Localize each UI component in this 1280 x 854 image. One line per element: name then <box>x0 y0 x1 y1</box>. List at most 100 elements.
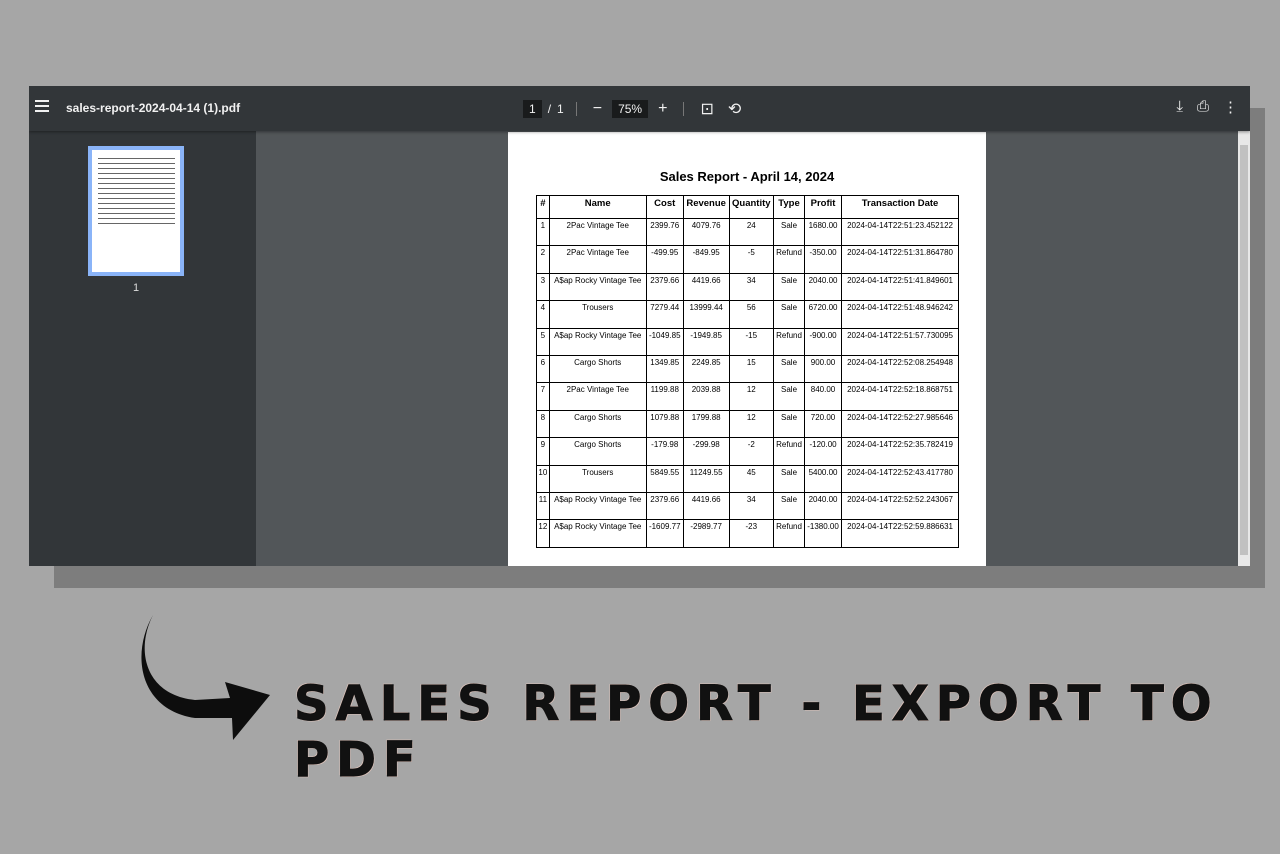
zoom-input[interactable]: 75% <box>612 100 649 118</box>
table-cell: -2989.77 <box>682 519 730 548</box>
table-cell: 2379.66 <box>645 491 684 521</box>
rotate-icon[interactable]: ⟲ <box>724 99 745 119</box>
more-icon[interactable]: ⋮ <box>1223 98 1238 116</box>
table-cell: 1079.88 <box>645 409 684 439</box>
divider <box>683 102 685 116</box>
zoom-out-icon[interactable]: − <box>589 100 606 118</box>
table-cell: 2024-04-14T22:51:57.730095 <box>841 327 959 356</box>
table-cell: Trousers <box>548 464 647 493</box>
scrollbar[interactable] <box>1238 131 1250 566</box>
table-cell: Refund <box>773 437 805 466</box>
table-cell: 2024-04-14T22:52:27.985646 <box>841 409 959 439</box>
table-cell: -1049.85 <box>645 327 684 356</box>
thumbnail-sidebar: 1 <box>29 131 256 566</box>
table-cell: 4079.76 <box>682 217 730 247</box>
page-thumbnail[interactable] <box>88 146 184 276</box>
pdf-viewer: sales-report-2024-04-14 (1).pdf 1 / 1 − … <box>29 86 1250 566</box>
table-cell: 11249.55 <box>682 464 730 493</box>
table-cell: -5 <box>728 245 775 274</box>
table-cell: 13999.44 <box>682 300 730 329</box>
table-row: 5 A$ap Rocky Vintage Tee -1049.85 -1949.85-… <box>536 327 959 356</box>
table-cell: 4419.66 <box>682 491 730 521</box>
table-cell: 1199.88 <box>645 382 684 411</box>
zoom-in-icon[interactable]: + <box>654 100 671 118</box>
table-cell: A$ap Rocky Vintage Tee <box>548 519 647 548</box>
table-cell: 2024-04-14T22:52:59.886631 <box>841 519 959 548</box>
table-cell: 9 <box>536 437 550 466</box>
table-cell: 2Pac Vintage Tee <box>548 382 647 411</box>
table-cell: 2379.66 <box>645 272 684 302</box>
report-title: Sales Report - April 14, 2024 <box>659 169 835 184</box>
table-cell: 56 <box>728 300 775 329</box>
table-cell: Cargo Shorts <box>548 437 647 466</box>
table-cell: -2 <box>728 437 775 466</box>
pdf-page: Sales Report - April 14, 2024 # Name Cost R… <box>508 132 986 566</box>
table-cell: 8 <box>536 409 550 439</box>
column-header: Cost <box>645 195 684 219</box>
table-cell: Trousers <box>548 300 647 329</box>
table-cell: 11 <box>536 491 550 521</box>
table-cell: 6720.00 <box>803 300 843 329</box>
column-header: Type <box>773 195 805 219</box>
fit-page-icon[interactable]: ⊡ <box>696 99 717 119</box>
table-cell: -179.98 <box>645 437 684 466</box>
thumbnail-label: 1 <box>132 282 140 294</box>
table-cell: 1 <box>536 217 550 247</box>
table-cell: 2039.88 <box>682 382 730 411</box>
table-row: 6 Cargo Shorts 1349.85 2249.85 15 Sale 900.00 2… <box>536 354 959 384</box>
table-cell: A$ap Rocky Vintage Tee <box>548 327 647 356</box>
table-cell: 2024-04-14T22:51:41.849601 <box>841 272 959 302</box>
table-cell: 2024-04-14T22:52:08.254948 <box>841 354 959 384</box>
table-cell: 45 <box>728 464 775 493</box>
table-cell: 900.00 <box>803 354 843 384</box>
table-cell: Sale <box>773 300 805 329</box>
table-cell: Sale <box>773 354 805 384</box>
table-cell: 12 <box>536 519 550 548</box>
table-cell: -299.98 <box>682 437 730 466</box>
table-cell: 7 <box>536 382 550 411</box>
table-cell: Cargo Shorts <box>548 354 647 384</box>
column-header: Transaction Date <box>841 195 959 219</box>
table-cell: 1799.88 <box>682 409 730 439</box>
page-total: 1 <box>557 102 564 116</box>
table-cell: 6 <box>536 354 550 384</box>
download-icon[interactable]: ⤓ <box>1176 98 1183 116</box>
column-header: Revenue <box>682 195 730 219</box>
table-cell: -1949.85 <box>682 327 730 356</box>
toolbar: sales-report-2024-04-14 (1).pdf 1 / 1 − … <box>29 86 1250 131</box>
table-cell: -900.00 <box>803 327 843 356</box>
column-header: # <box>536 195 550 219</box>
table-cell: Sale <box>773 217 805 247</box>
divider <box>575 102 577 116</box>
table-cell: 2249.85 <box>682 354 730 384</box>
menu-icon[interactable] <box>35 100 49 112</box>
table-cell: 1680.00 <box>803 217 843 247</box>
table-cell: 5400.00 <box>803 464 843 493</box>
table-cell: A$ap Rocky Vintage Tee <box>548 491 647 521</box>
print-icon[interactable]: ⎙ <box>1197 98 1209 116</box>
table-cell: 1349.85 <box>645 354 684 384</box>
curved-arrow-icon <box>141 615 270 740</box>
table-cell: 2024-04-14T22:51:48.946242 <box>841 300 959 329</box>
table-cell: -15 <box>728 327 775 356</box>
table-row: 7 2Pac Vintage Tee 1199.88 2039.88 12 Sale 840… <box>536 382 959 411</box>
table-cell: 2024-04-14T22:52:43.417780 <box>841 464 959 493</box>
table-cell: -120.00 <box>803 437 843 466</box>
table-cell: -499.95 <box>645 245 684 274</box>
table-cell: Cargo Shorts <box>548 409 647 439</box>
table-cell: 2024-04-14T22:52:18.868751 <box>841 382 959 411</box>
table-cell: 840.00 <box>803 382 843 411</box>
table-cell: 10 <box>536 464 550 493</box>
table-cell: 2 <box>536 245 550 274</box>
table-cell: 4419.66 <box>682 272 730 302</box>
table-cell: Sale <box>773 382 805 411</box>
table-cell: 2Pac Vintage Tee <box>548 245 647 274</box>
table-cell: 720.00 <box>803 409 843 439</box>
page-number-input[interactable]: 1 <box>523 100 542 118</box>
page-separator: / <box>547 102 552 116</box>
table-cell: Sale <box>773 491 805 521</box>
file-title: sales-report-2024-04-14 (1).pdf <box>66 101 241 115</box>
table-cell: 34 <box>728 272 775 302</box>
column-header: Name <box>548 195 647 219</box>
caption-text: SALES REPORT - EXPORT TO PDF <box>294 676 1219 789</box>
